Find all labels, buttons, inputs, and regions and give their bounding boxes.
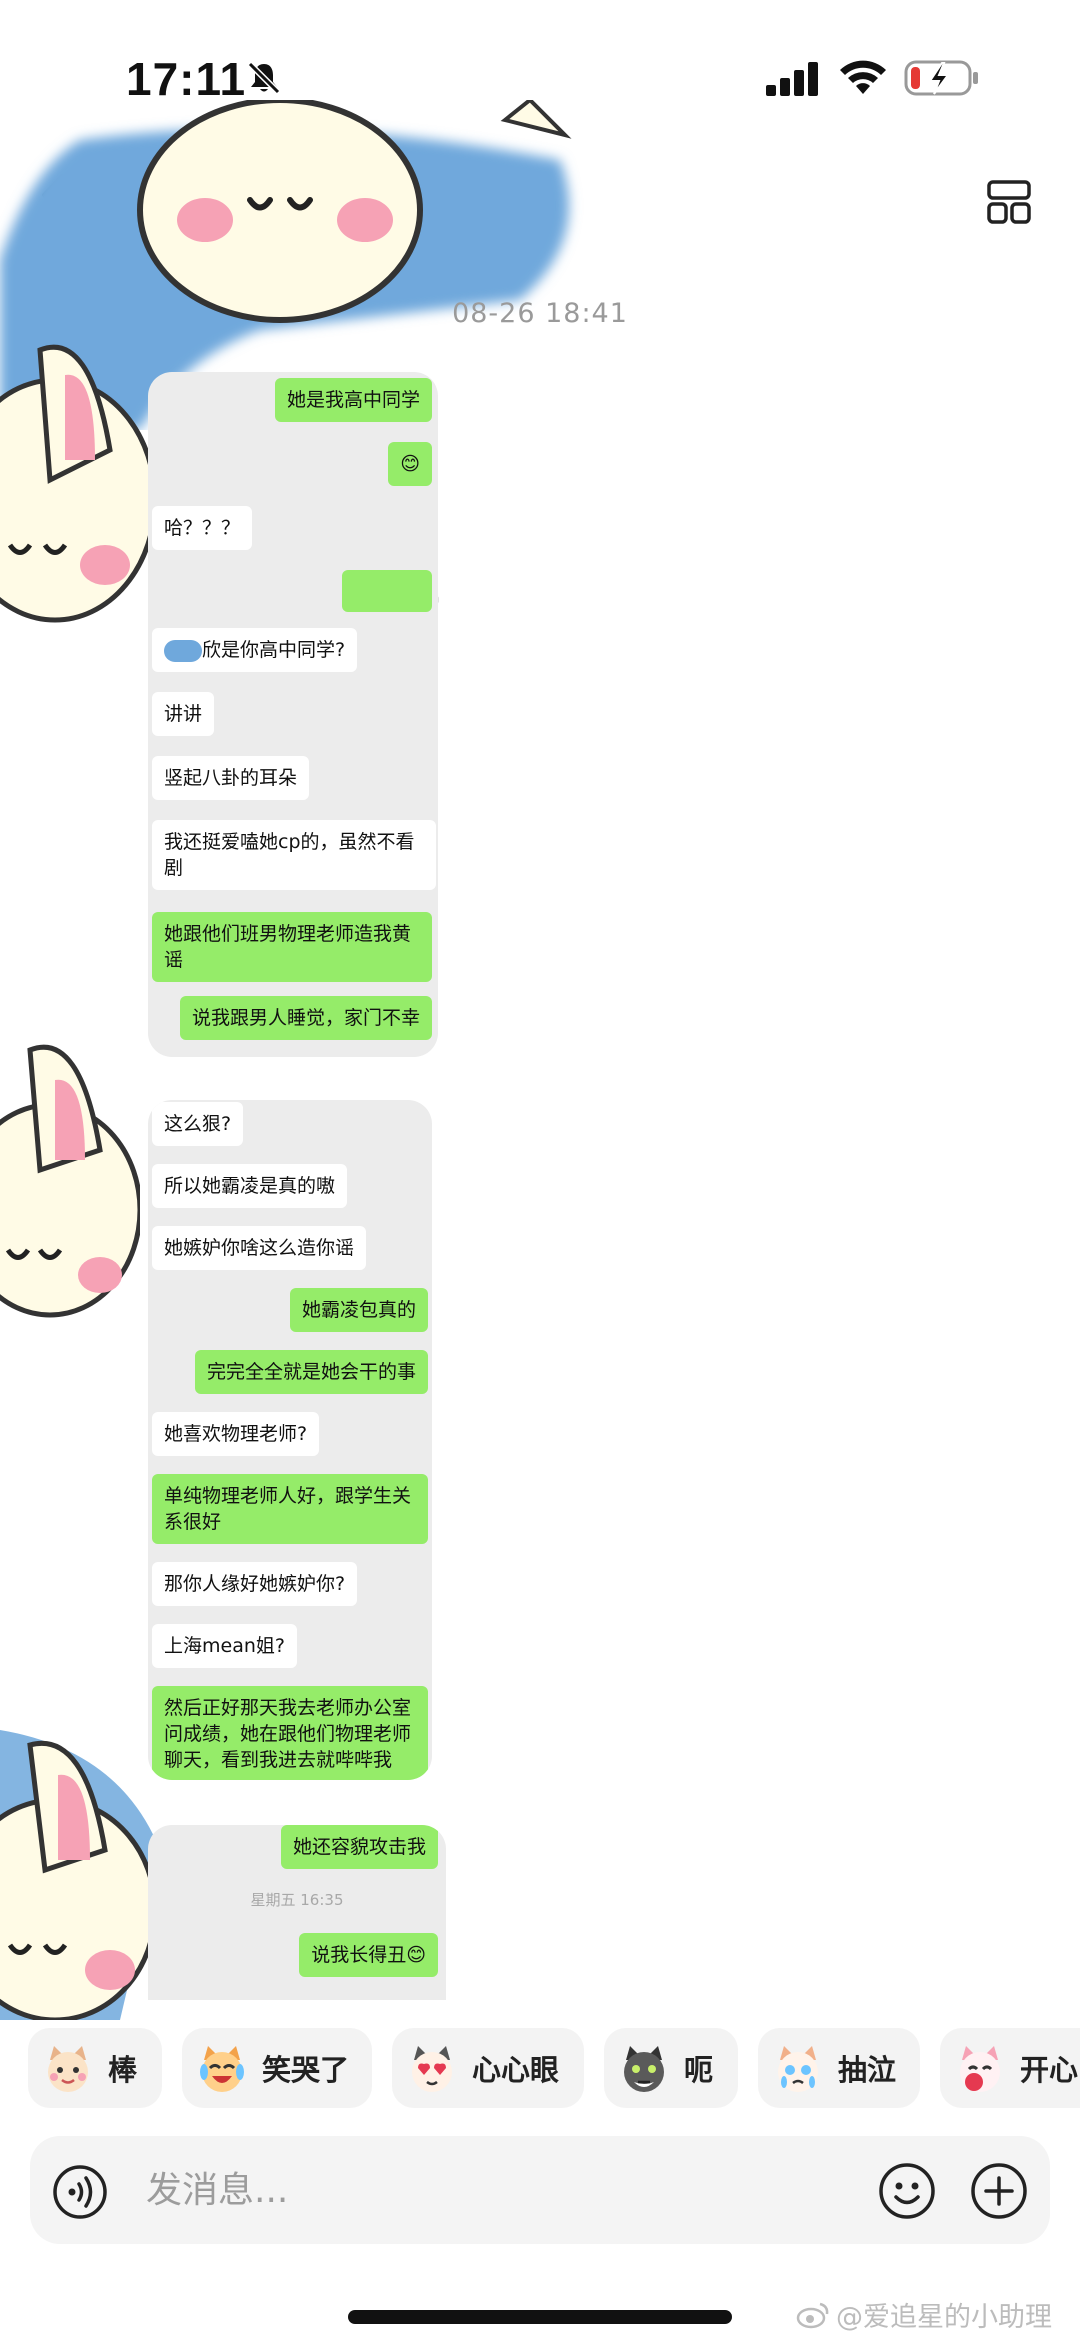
message-bubble: 上海mean姐?: [152, 1624, 297, 1668]
quick-reaction-chip[interactable]: 呃: [604, 2028, 738, 2108]
message-bubble: 哈？？？: [152, 506, 253, 550]
shared-image-card-1[interactable]: 她是我高中同学 😊 哈？？？ 欣是你高中同学? 讲讲 竖起八卦的耳朵 我还挺爱嗑…: [148, 372, 438, 1057]
cat-laugh-cry-icon: [200, 2046, 244, 2092]
chip-label: 抽泣: [838, 2053, 897, 2087]
emoji-icon[interactable]: [878, 2162, 936, 2220]
shared-image-card-3[interactable]: 她还容貌攻击我 星期五 16:35 说我长得丑😊: [148, 1825, 446, 2000]
home-indicator: [348, 2310, 732, 2324]
quick-reaction-chip[interactable]: 心心眼: [392, 2028, 584, 2108]
message-bubble: 她嫉妒你啥这么造你谣: [152, 1226, 367, 1270]
bell-muted-icon: [247, 61, 281, 95]
message-bubble: 我还挺爱嗑她cp的，虽然不看剧: [152, 820, 436, 890]
message-bubble: 完完全全就是她会干的事: [194, 1350, 428, 1394]
redaction-blob: [164, 639, 202, 662]
chip-label: 呃: [684, 2053, 714, 2087]
cat-awkward-icon: [624, 2046, 664, 2092]
chat-time-label: 星期五 16:35: [250, 1891, 344, 1909]
message-bubble: 😊: [388, 442, 432, 486]
cat-heart-eyes-icon: [412, 2046, 452, 2092]
quick-reaction-chip[interactable]: 抽泣: [758, 2028, 920, 2108]
plus-icon[interactable]: [970, 2162, 1028, 2220]
message-bubble: 她是我高中同学: [274, 378, 432, 422]
cat-happy-icon: [960, 2046, 1000, 2092]
watermark-text: @爱追星的小助理: [836, 2302, 1052, 2333]
message-bubble: 然后正好那天我去老师办公室问成绩，她在跟他们物理老师聊天，看到我进去就哔哔我: [152, 1686, 428, 1780]
message-bubble: 她霸凌包真的: [289, 1288, 428, 1332]
message-bubble: 这么狠?: [152, 1102, 244, 1146]
cellular-signal-icon: [766, 62, 818, 96]
bunny-sticker-left-3: [0, 1730, 160, 2020]
message-bubble: 她喜欢物理老师?: [152, 1412, 320, 1456]
message-bubble: 单纯物理老师人好，跟学生关系很好: [152, 1474, 428, 1544]
message-bubble: 说我长得丑😊: [299, 1933, 438, 1977]
chip-label: 棒: [108, 2053, 138, 2087]
chat-settings-icon[interactable]: [985, 178, 1033, 226]
message-bubble: 所以她霸凌是真的嗷: [152, 1164, 348, 1208]
message-composer: [30, 2136, 1050, 2244]
wifi-icon: [840, 60, 886, 94]
chip-label: 笑哭了: [262, 2053, 350, 2087]
quick-reaction-chip[interactable]: 开心: [940, 2028, 1080, 2108]
message-bubble: 她跟他们班男物理老师造我黄谣: [152, 912, 432, 982]
quick-reaction-chip[interactable]: 笑哭了: [182, 2028, 372, 2108]
weibo-logo-icon: [796, 2302, 829, 2328]
cat-thumbs-icon: [48, 2046, 88, 2092]
message-bubble-redacted: [342, 570, 432, 612]
message-input[interactable]: [146, 2158, 746, 2222]
watermark: @爱追星的小助理: [796, 2295, 1052, 2334]
message-bubble: 那你人缘好她嫉妒你?: [152, 1562, 358, 1606]
message-bubble: 讲讲: [152, 692, 215, 736]
bunny-sticker-left-1: [0, 344, 158, 623]
shared-image-card-2[interactable]: 这么狠? 所以她霸凌是真的嗷 她嫉妒你啥这么造你谣 她霸凌包真的 完完全全就是她…: [148, 1100, 432, 1780]
quick-reaction-bar: 棒 笑哭了 心心眼 呃 抽泣 开心: [0, 2028, 1080, 2110]
voice-input-icon[interactable]: [52, 2164, 108, 2220]
message-bubble: 说我跟男人睡觉，家门不幸: [179, 996, 432, 1040]
message-bubble: 她还容貌攻击我: [280, 1825, 438, 1869]
quick-reaction-chip[interactable]: 棒: [28, 2028, 162, 2108]
conversation-timestamp: 08-26 18:41: [452, 298, 628, 329]
message-bubble: 竖起八卦的耳朵: [152, 756, 310, 800]
chip-label: 开心: [1020, 2053, 1079, 2087]
message-bubble: 欣是你高中同学?: [152, 628, 358, 672]
chip-label: 心心眼: [472, 2053, 560, 2087]
cat-sob-icon: [778, 2046, 818, 2092]
bunny-sticker-left-2: [0, 1044, 140, 1318]
battery-charging-icon: [904, 60, 978, 96]
status-time: 17:11: [126, 53, 247, 105]
